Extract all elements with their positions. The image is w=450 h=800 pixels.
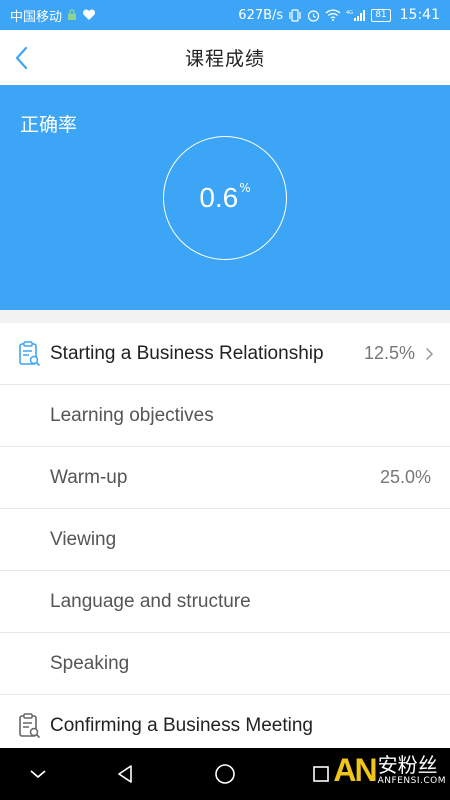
svg-text:4G: 4G [346,10,353,16]
battery-indicator: 81 [371,8,391,22]
lesson-score: 25.0% [379,467,431,487]
lesson-title: Speaking [50,652,130,674]
net-speed: 627B/s [238,7,284,23]
lesson-title: Language and structure [50,590,251,612]
hide-nav-button[interactable] [24,760,52,788]
triangle-back-icon [118,765,132,783]
status-right: 627B/s 4G 81 15:41 [238,7,440,23]
lesson-title: Viewing [50,528,117,550]
chevron-down-icon [30,770,46,779]
course-row[interactable]: Confirming a Business Meeting [0,695,450,748]
back-button[interactable] [14,44,40,72]
status-bar: 中国移动 627B/s 4G 81 15:41 [0,0,450,30]
nav-back-button[interactable] [111,760,139,788]
lesson-title: Warm-up [50,466,128,488]
clipboard-search-icon [18,340,44,368]
status-left: 中国移动 [10,6,96,25]
alarm-icon [307,9,320,22]
lesson-title: Learning objectives [50,404,214,426]
carrier-label: 中国移动 [10,9,63,25]
heart-icon [82,9,96,21]
watermark-logo: AN [333,752,377,788]
accuracy-label: 正确率 [20,114,78,136]
watermark-text: 安粉丝 ANFENSI.COM [378,754,446,787]
lesson-row[interactable]: Warm-up 25.0% [0,447,450,509]
signal-icon: 4G [346,9,366,22]
course-title: Starting a Business Relationship [50,342,324,364]
vibrate-icon [288,8,302,22]
course-score: 12.5% [363,343,415,363]
accuracy-panel: 正确率 0.6 % [0,85,450,310]
clipboard-search-icon [18,712,44,740]
wifi-icon [325,9,341,21]
system-nav-bar: AN 安粉丝 ANFENSI.COM [0,748,450,800]
watermark-cn: 安粉丝 [377,753,438,777]
chevron-left-icon [15,46,28,70]
nav-recents-button[interactable] [307,760,335,788]
nav-home-button[interactable] [211,760,239,788]
lock-icon [67,9,77,21]
circle-home-icon [215,764,235,784]
lesson-row[interactable]: Speaking [0,633,450,695]
chevron-right-icon [425,347,434,361]
lesson-row[interactable]: Learning objectives [0,385,450,447]
lesson-row[interactable]: Viewing [0,509,450,571]
clock: 15:41 [399,7,440,23]
section-divider [0,310,450,323]
accuracy-value: 0.6 [199,182,239,213]
watermark: AN 安粉丝 ANFENSI.COM [333,752,446,789]
accuracy-unit: % [239,181,251,195]
page-title: 课程成绩 [184,48,265,70]
lesson-row[interactable]: Language and structure [0,571,450,633]
app-header: 课程成绩 [0,30,450,85]
watermark-en: ANFENSI.COM [377,776,446,786]
course-title: Confirming a Business Meeting [50,714,313,736]
accuracy-circle: 0.6 % [163,136,287,260]
square-recents-icon [313,766,329,782]
course-row[interactable]: Starting a Business Relationship 12.5% [0,323,450,385]
score-list: Starting a Business Relationship 12.5% L… [0,323,450,748]
